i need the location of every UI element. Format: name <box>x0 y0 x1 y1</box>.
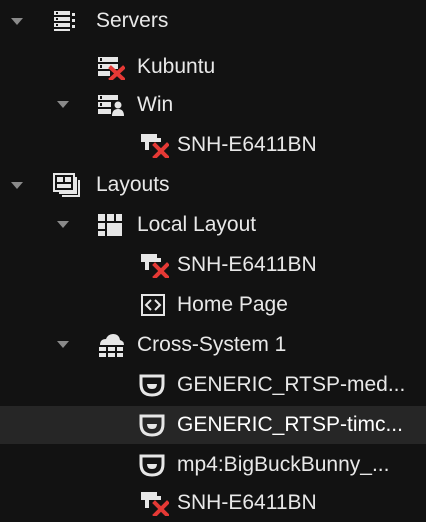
tree-node-bigbuckbunny[interactable]: mp4:BigBuckBunny_... <box>0 446 426 484</box>
tree-label-cross-camera: SNH-E6411BN <box>177 491 317 514</box>
camera-dome-icon <box>139 454 165 477</box>
chevron-down-icon[interactable] <box>11 182 23 189</box>
chevron-down-icon[interactable] <box>11 18 23 25</box>
resource-tree: Servers Kubuntu Win SNH-E6411BN Layouts … <box>0 0 426 516</box>
tree-label-local-layout: Local Layout <box>137 213 257 236</box>
server-stack-icon <box>54 11 75 31</box>
tree-label-win: Win <box>137 93 174 116</box>
layouts-icon <box>53 173 80 197</box>
camera-dome-icon <box>139 374 165 397</box>
tree-label-local-camera: SNH-E6411BN <box>177 253 317 276</box>
tree-node-win-camera[interactable]: SNH-E6411BN <box>0 126 426 164</box>
server-user-icon <box>98 95 124 116</box>
tree-label-cross-system: Cross-System 1 <box>137 333 287 356</box>
chevron-down-icon[interactable] <box>57 341 69 348</box>
cloud-layout-icon <box>99 334 124 357</box>
tree-node-servers[interactable]: Servers <box>0 2 426 40</box>
camera-offline-icon <box>141 254 169 278</box>
camera-dome-icon <box>139 414 165 437</box>
tree-label-bigbuckbunny: mp4:BigBuckBunny_... <box>177 453 390 476</box>
tree-node-home-page[interactable]: Home Page <box>0 286 426 324</box>
tree-node-generic-rtsp-med[interactable]: GENERIC_RTSP-med... <box>0 366 426 404</box>
tree-node-local-camera[interactable]: SNH-E6411BN <box>0 246 426 284</box>
tree-label-servers: Servers <box>96 9 169 32</box>
tree-node-kubuntu[interactable]: Kubuntu <box>0 48 426 86</box>
tree-label-win-camera: SNH-E6411BN <box>177 133 317 156</box>
webpage-icon <box>141 294 165 316</box>
tree-node-layouts[interactable]: Layouts <box>0 166 426 204</box>
chevron-down-icon[interactable] <box>57 221 69 228</box>
tree-label-generic-rtsp-timc: GENERIC_RTSP-timc... <box>177 413 403 436</box>
server-error-icon <box>98 57 125 80</box>
tree-node-generic-rtsp-timc[interactable]: GENERIC_RTSP-timc... <box>0 406 426 444</box>
layout-grid-icon <box>98 214 122 236</box>
tree-label-home-page: Home Page <box>177 293 288 316</box>
tree-node-local-layout[interactable]: Local Layout <box>0 206 426 244</box>
tree-label-generic-rtsp-med: GENERIC_RTSP-med... <box>177 373 406 396</box>
tree-node-win[interactable]: Win <box>0 86 426 124</box>
tree-node-cross-system[interactable]: Cross-System 1 <box>0 326 426 364</box>
tree-node-cross-camera[interactable]: SNH-E6411BN <box>0 484 426 522</box>
chevron-down-icon[interactable] <box>57 101 69 108</box>
tree-label-kubuntu: Kubuntu <box>137 55 216 78</box>
camera-offline-icon <box>141 134 169 158</box>
camera-offline-icon <box>141 492 169 516</box>
tree-label-layouts: Layouts <box>96 173 170 196</box>
